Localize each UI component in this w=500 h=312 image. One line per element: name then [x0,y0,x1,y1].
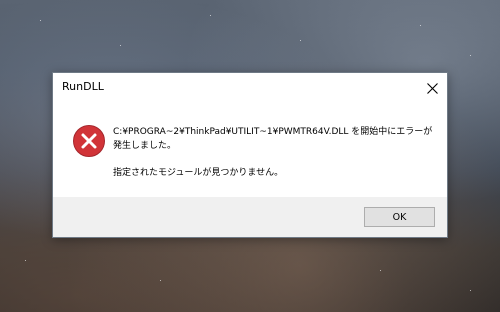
dialog-title: RunDLL [62,80,104,93]
star [40,20,41,21]
dialog-footer: OK [53,197,447,237]
star [470,55,471,56]
star [120,45,121,46]
error-message: C:¥PROGRA~2¥ThinkPad¥UTILIT~1¥PWMTR64V.D… [113,127,433,151]
rundll-error-dialog: RunDLL C:¥PROGRA~2¥ThinkPad¥UTILIT~1¥PWM… [52,72,448,238]
error-detail: 指定されたモジュールが見つかりません。 [113,168,284,178]
star [380,270,381,271]
close-icon [426,82,438,94]
star [25,260,26,261]
star [210,15,211,16]
star [160,280,161,281]
star [420,25,421,26]
error-icon [73,125,105,157]
ok-button[interactable]: OK [364,207,435,227]
close-button[interactable] [417,73,447,103]
dialog-titlebar[interactable]: RunDLL [53,73,447,103]
star [300,40,301,41]
dialog-content: C:¥PROGRA~2¥ThinkPad¥UTILIT~1¥PWMTR64V.D… [53,103,447,197]
star [470,290,471,291]
